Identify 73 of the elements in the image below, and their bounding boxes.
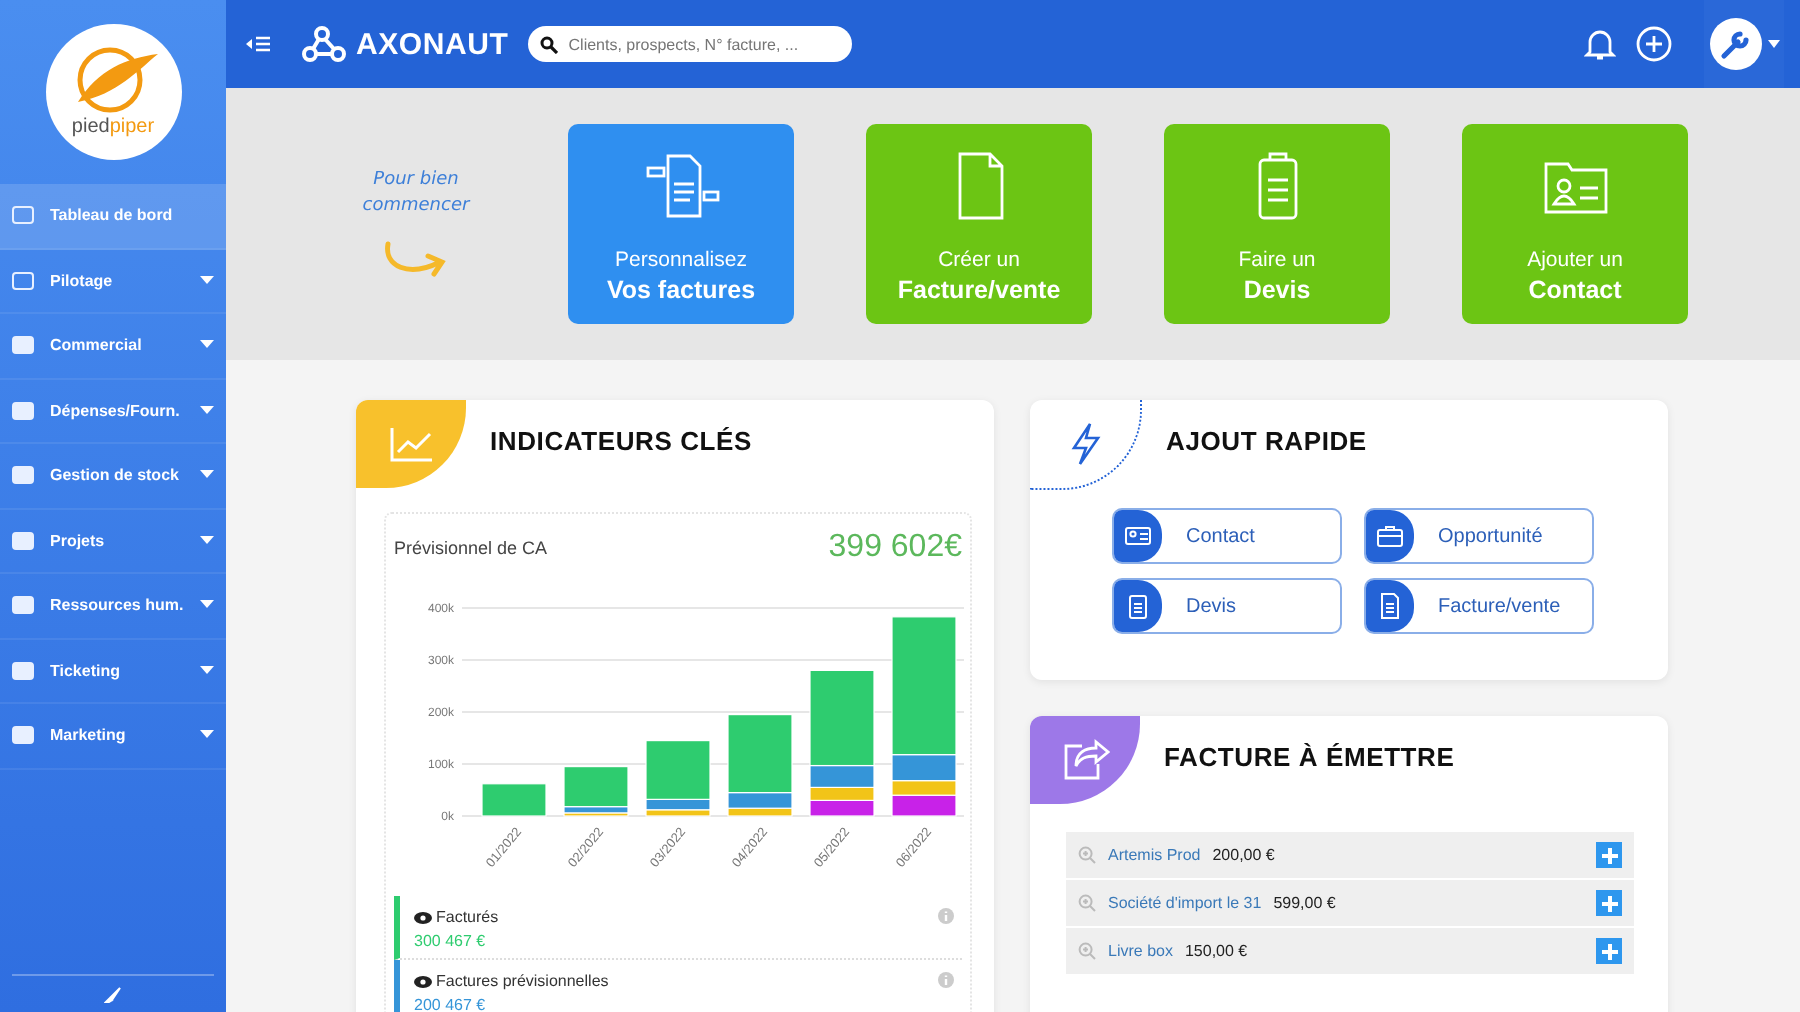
brush-icon[interactable] [104,985,122,1003]
plus-icon [1601,943,1617,959]
card-title: AJOUT RAPIDE [1166,425,1367,455]
sidebar-item[interactable]: Marketing [0,704,226,769]
shortcut-tile[interactable]: Faire un Devis [1164,124,1390,324]
menu-item-icon [12,529,34,552]
zoom-in-icon[interactable] [1078,894,1096,912]
info-icon[interactable] [938,908,954,924]
quick-add-button[interactable]: Contact [1112,508,1342,564]
settings-button[interactable] [1704,0,1784,88]
card-title: INDICATEURS CLÉS [490,425,752,455]
sidebar-item[interactable]: Dépenses/Fourn. [0,379,226,444]
sidebar-item[interactable]: Ressources hum. [0,574,226,639]
sidebar-item[interactable]: Gestion de stock [0,444,226,509]
zoom-in-icon[interactable] [1078,942,1096,960]
briefcase-icon [1376,522,1404,550]
menu-item-icon [12,399,34,422]
menu-item-icon [12,269,34,292]
total-amount: 399 602€ [828,530,962,566]
info-icon[interactable] [938,972,954,988]
sidebar-item[interactable]: Commercial [0,314,226,379]
card-title: FACTURE À ÉMETTRE [1164,741,1455,771]
lightning-icon [1069,422,1101,466]
contact-card-icon [1124,522,1152,550]
eye-icon [414,975,432,987]
chart-subtitle: Prévisionnel de CA [394,538,548,558]
collapse-menu-icon[interactable] [246,36,270,52]
menu-item-icon [12,659,34,682]
add-icon[interactable] [1636,26,1672,62]
invoice-amount: 200,00 € [1212,846,1275,864]
invoice-amount: 150,00 € [1184,942,1248,960]
document-icon [1376,592,1404,620]
caret-icon [1767,40,1779,48]
trend-chart-icon [389,426,433,462]
legend-label: Facturés [414,908,499,926]
quick-add-button[interactable]: Devis [1112,578,1342,634]
add-button[interactable] [1596,938,1622,964]
sidebar-item[interactable]: Projets [0,509,226,574]
clipboard-icon [1124,592,1152,620]
quick-add-button[interactable]: Opportunité [1364,508,1594,564]
sidebar-item[interactable]: Tableau de bord [0,184,226,249]
sidebar-item[interactable]: Ticketing [0,639,226,704]
client-link[interactable]: Artemis Prod [1108,846,1201,864]
zoom-in-icon[interactable] [1078,846,1096,864]
brand-name: AXONAUT [356,27,509,61]
eye-icon [414,911,432,923]
shortcut-tile[interactable]: Personnalisez Vos factures [568,124,794,324]
menu-item-icon [12,724,34,747]
shortcut-tile[interactable]: Créer un Facture/vente [866,124,1092,324]
add-button[interactable] [1596,842,1622,868]
client-link[interactable]: Livre box [1108,942,1173,960]
legend-amount: 200 467 € [414,996,488,1012]
invoice-amount: 599,00 € [1273,894,1336,912]
add-button[interactable] [1596,890,1622,916]
client-link[interactable]: Société d'import le 31 [1108,894,1262,912]
wrench-icon [1709,18,1761,70]
quick-add-button[interactable]: Facture/vente [1364,578,1594,634]
search-field[interactable]: Clients, prospects, N° facture, ... [528,26,853,62]
plus-icon [1601,895,1617,911]
legend-label: Factures prévisionnelles [414,972,609,990]
intro-text: Pour bien commencer [362,167,470,220]
legend-amount: 300 467 € [414,932,488,950]
plus-icon [1601,847,1617,863]
network-logo-icon [302,26,346,62]
search-icon [540,35,559,53]
shortcut-tile[interactable]: Ajouter un Contact [1462,124,1688,324]
menu-item-icon [12,594,34,617]
menu-item-icon [12,334,34,357]
menu-item-icon [12,464,34,487]
bell-icon[interactable] [1584,27,1616,61]
logo-text: piedpiper [71,116,155,138]
share-icon [1061,738,1109,782]
menu-item-icon [12,204,34,227]
